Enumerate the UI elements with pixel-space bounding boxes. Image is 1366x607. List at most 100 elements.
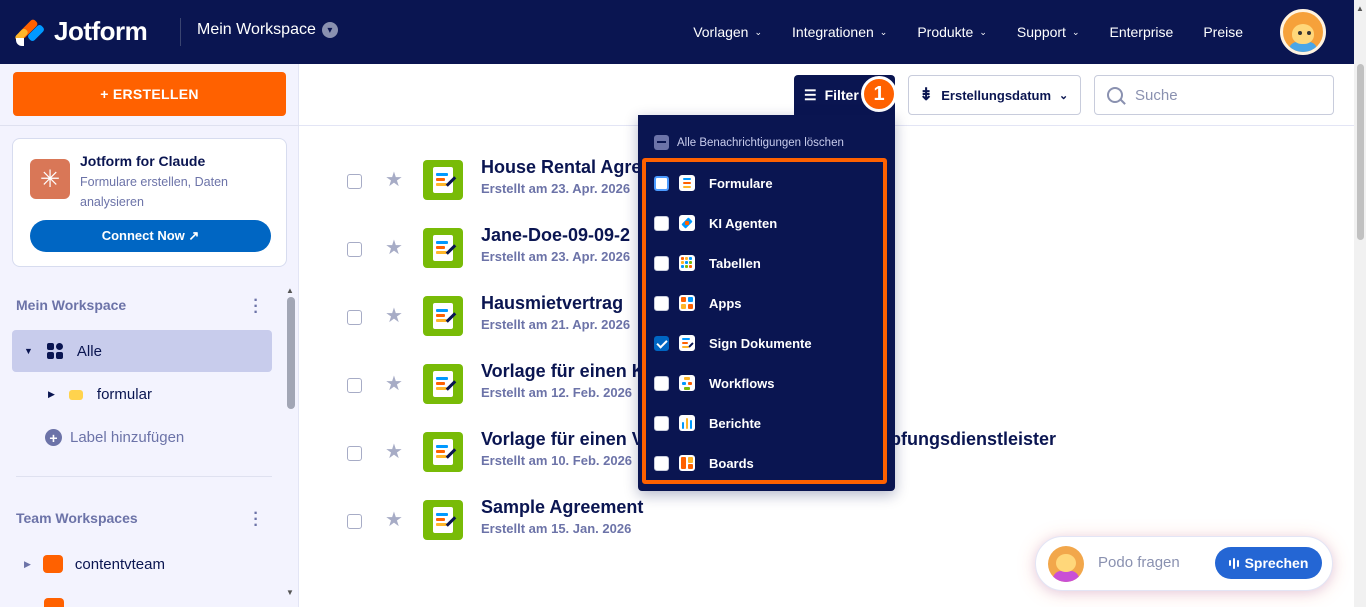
caret-right-icon[interactable]: ▶ (24, 559, 31, 570)
chevron-down-icon: ⌄ (979, 26, 987, 37)
jotform-logo[interactable]: Jotform (14, 16, 148, 47)
row-checkbox[interactable] (347, 446, 362, 461)
form-title[interactable]: Sample Agreement (481, 497, 643, 518)
menu-support[interactable]: Support ⌄ (1002, 24, 1095, 40)
option-checkbox[interactable] (654, 415, 669, 431)
row-checkbox[interactable] (347, 310, 362, 325)
form-date: Erstellt am 21. Apr. 2026 (481, 317, 631, 332)
filter-option-tabellen[interactable]: Tabellen (654, 253, 761, 273)
menu-vorlagen[interactable]: Vorlagen ⌄ (678, 24, 777, 40)
kebab-menu-icon[interactable]: · · · (250, 506, 262, 534)
caret-down-icon[interactable]: ▼ (24, 346, 33, 356)
filter-option-ki-agenten[interactable]: KI Agenten (654, 213, 777, 233)
divider (16, 476, 272, 477)
option-checkbox-checked[interactable] (654, 335, 669, 351)
chevron-down-icon: ⌄ (879, 26, 888, 37)
claude-icon: ✳ (30, 159, 70, 199)
sign-document-icon (423, 364, 463, 404)
team-icon (44, 598, 64, 607)
option-label: Workflows (709, 375, 775, 391)
form-title[interactable]: House Rental Agree (481, 157, 651, 178)
sidebar-item-contentvteam[interactable]: ▶ contentvteam (24, 555, 165, 573)
option-label: KI Agenten (709, 215, 778, 231)
filter-icon: ☰ (804, 86, 817, 103)
sign-document-icon (423, 432, 463, 472)
scroll-down-icon[interactable]: ▼ (286, 588, 294, 597)
claude-card-subtitle: Formulare erstellen, Daten analysieren (80, 175, 228, 209)
star-icon[interactable]: ★ (385, 371, 403, 396)
form-date: Erstellt am 15. Jan. 2026 (481, 521, 632, 536)
add-label-button[interactable]: + Label hinzufügen (45, 429, 184, 446)
menu-produkte[interactable]: Produkte ⌄ (902, 24, 1002, 40)
menu-preise[interactable]: Preise (1188, 24, 1258, 40)
star-icon[interactable]: ★ (385, 507, 403, 532)
option-checkbox[interactable] (654, 375, 669, 391)
podo-ask-input[interactable]: Podo fragen (1098, 554, 1180, 571)
form-date: Erstellt am 23. Apr. 2026 (481, 181, 631, 196)
page-scrollbar[interactable] (1354, 64, 1366, 607)
sidebar-item-alle[interactable]: ▼ Alle (12, 330, 272, 372)
kebab-menu-icon[interactable]: · · · (250, 293, 262, 321)
scrollbar-top: ▲ (1354, 0, 1366, 64)
sign-document-icon (679, 335, 695, 351)
user-avatar[interactable] (1280, 9, 1326, 55)
form-title[interactable]: Jane-Doe-09-09-2 (481, 225, 630, 246)
sign-document-icon (423, 296, 463, 336)
clear-all-button[interactable]: Alle Benachrichtigungen löschen (654, 135, 844, 150)
filter-option-boards[interactable]: Boards (654, 453, 754, 473)
menu-integrationen[interactable]: Integrationen ⌄ (777, 24, 902, 40)
ai-agent-icon (679, 215, 695, 231)
option-checkbox[interactable] (654, 215, 669, 231)
speak-label: Sprechen (1244, 555, 1309, 571)
option-checkbox[interactable] (654, 295, 669, 311)
star-icon[interactable]: ★ (385, 167, 403, 192)
workspace-name: Mein Workspace (197, 21, 316, 38)
connect-now-button[interactable]: Connect Now ↗ (30, 220, 271, 252)
star-icon[interactable]: ★ (385, 235, 403, 260)
option-checkbox[interactable] (654, 455, 669, 471)
scrollbar-thumb[interactable] (287, 297, 295, 409)
row-checkbox[interactable] (347, 242, 362, 257)
indeterminate-checkbox-icon[interactable] (654, 135, 669, 150)
filter-option-sign-dokumente[interactable]: Sign Dokumente (654, 333, 812, 353)
filter-option-berichte[interactable]: Berichte (654, 413, 761, 433)
sidebar-item-formular[interactable]: ▶ formular (48, 386, 152, 403)
menu-label: Preise (1203, 24, 1243, 40)
filter-option-workflows[interactable]: Workflows (654, 373, 775, 393)
caret-right-icon[interactable]: ▶ (48, 389, 55, 400)
workspace-switcher[interactable]: Mein Workspace ▾ (197, 21, 338, 39)
form-date: Erstellt am 10. Feb. 2026 (481, 453, 633, 468)
logo-text: Jotform (54, 16, 148, 46)
jotform-logo-icon (14, 17, 46, 46)
scroll-up-icon[interactable]: ▲ (286, 286, 294, 295)
form-title[interactable]: Hausmietvertrag (481, 293, 623, 314)
row-checkbox[interactable] (347, 174, 362, 189)
form-title[interactable]: Vorlage für einen K (481, 361, 645, 382)
annotation-highlight-box (642, 158, 887, 484)
form-title[interactable]: Vorlage für einen V (481, 429, 644, 450)
option-checkbox[interactable] (654, 255, 669, 271)
row-checkbox[interactable] (347, 378, 362, 393)
podo-avatar (1048, 546, 1084, 582)
star-icon[interactable]: ★ (385, 439, 403, 464)
nav-divider (180, 18, 181, 46)
chevron-down-icon: ⌄ (1071, 26, 1080, 37)
sort-icon: ⇟ (919, 85, 934, 104)
row-checkbox[interactable] (347, 514, 362, 529)
form-title-tail[interactable]: npfungsdienstleister (879, 429, 1056, 450)
search-placeholder: Suche (1135, 86, 1178, 104)
filter-option-formulare[interactable]: Formulare (654, 173, 773, 193)
scrollbar-thumb[interactable] (1357, 64, 1364, 240)
form-date: Erstellt am 12. Feb. 2026 (481, 385, 633, 400)
search-input[interactable]: Suche (1094, 75, 1334, 115)
star-icon[interactable]: ★ (385, 303, 403, 328)
speak-button[interactable]: Sprechen (1215, 547, 1322, 579)
table-icon (679, 255, 695, 271)
create-button[interactable]: + ERSTELLEN (13, 72, 286, 116)
sort-dropdown[interactable]: ⇟ Erstellungsdatum ⌄ (908, 75, 1081, 115)
option-checkbox[interactable] (654, 175, 669, 191)
filter-option-apps[interactable]: Apps (654, 293, 742, 313)
plus-icon: + (45, 429, 62, 446)
sidebar-scrollbar[interactable]: ▲ ▼ (285, 286, 297, 607)
menu-enterprise[interactable]: Enterprise (1095, 24, 1189, 40)
